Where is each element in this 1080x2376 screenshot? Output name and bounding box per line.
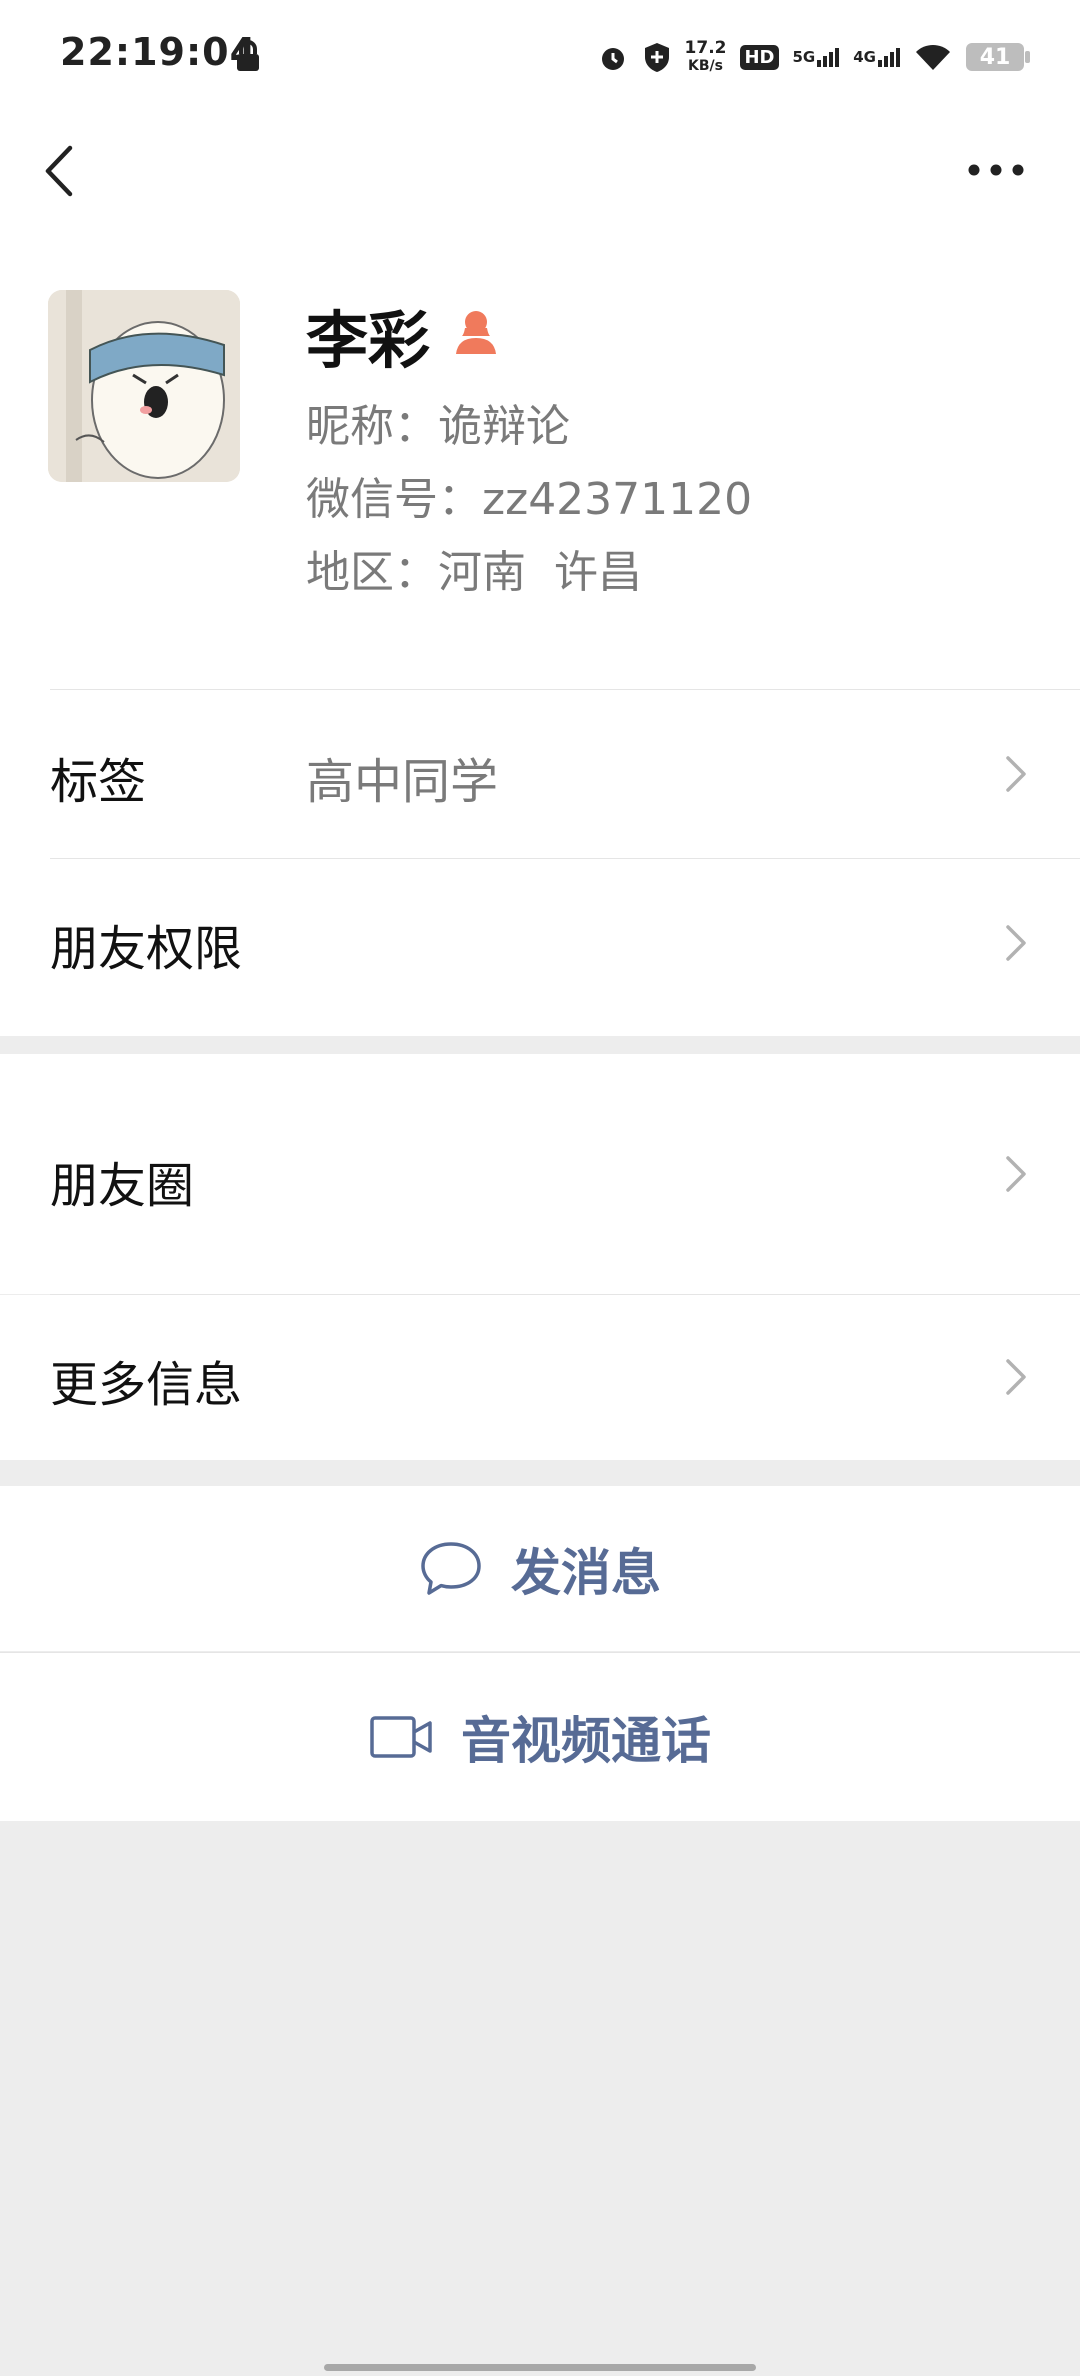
signal-4g-icon: 4G [853, 47, 900, 67]
moments-label: 朋友圈 [50, 1158, 195, 1214]
back-arrow-icon[interactable] [36, 140, 88, 202]
home-indicator[interactable] [324, 2364, 756, 2371]
signal-5g-icon: 5G [793, 47, 840, 67]
chevron-right-icon [1006, 925, 1026, 961]
lock-icon [237, 40, 259, 71]
chevron-right-icon [1006, 756, 1026, 792]
video-call-button[interactable]: 音视频通话 [0, 1653, 1080, 1821]
chevron-right-icon [1006, 1156, 1026, 1192]
more-info-label: 更多信息 [50, 1357, 243, 1413]
video-call-label: 音视频通话 [461, 1712, 711, 1770]
wechat-id-text[interactable]: 微信号：zz42371120 [306, 463, 752, 527]
alarm-icon [601, 48, 624, 70]
more-options-icon[interactable] [960, 150, 1032, 190]
avatar[interactable] [48, 290, 240, 482]
net-speed: 17.2 KB/s [684, 38, 727, 74]
wifi-icon [916, 44, 950, 70]
send-message-label: 发消息 [511, 1543, 661, 1602]
tags-row[interactable]: 标签 高中同学 [0, 690, 1080, 858]
chat-bubble-icon [421, 1541, 481, 1595]
send-message-button[interactable]: 发消息 [0, 1486, 1080, 1651]
hd-icon: HD [740, 44, 779, 70]
avatar-illustration [48, 290, 240, 482]
status-time: 22:19:04 [60, 30, 258, 74]
shield-icon [644, 43, 669, 72]
tags-label: 标签 [50, 754, 147, 810]
region-text: 地区：河南 许昌 [306, 547, 642, 598]
permissions-label: 朋友权限 [50, 921, 243, 977]
battery-icon: 41 [966, 43, 1030, 71]
status-bar: 22:19:04 17.2 KB/s HD 5G 4G 41 [0, 0, 1080, 116]
status-icons: 17.2 KB/s HD 5G 4G 41 [597, 34, 1030, 80]
more-info-row[interactable]: 更多信息 [0, 1295, 1080, 1460]
tags-value: 高中同学 [306, 754, 499, 810]
nickname-text: 昵称：诡辩论 [306, 401, 570, 452]
contact-name: 李彩 [306, 304, 431, 377]
chevron-right-icon [1006, 1359, 1026, 1395]
friend-permissions-row[interactable]: 朋友权限 [0, 859, 1080, 1027]
female-gender-icon [456, 311, 496, 354]
moments-row[interactable]: 朋友圈 [0, 1054, 1080, 1294]
video-camera-icon [370, 1716, 432, 1758]
